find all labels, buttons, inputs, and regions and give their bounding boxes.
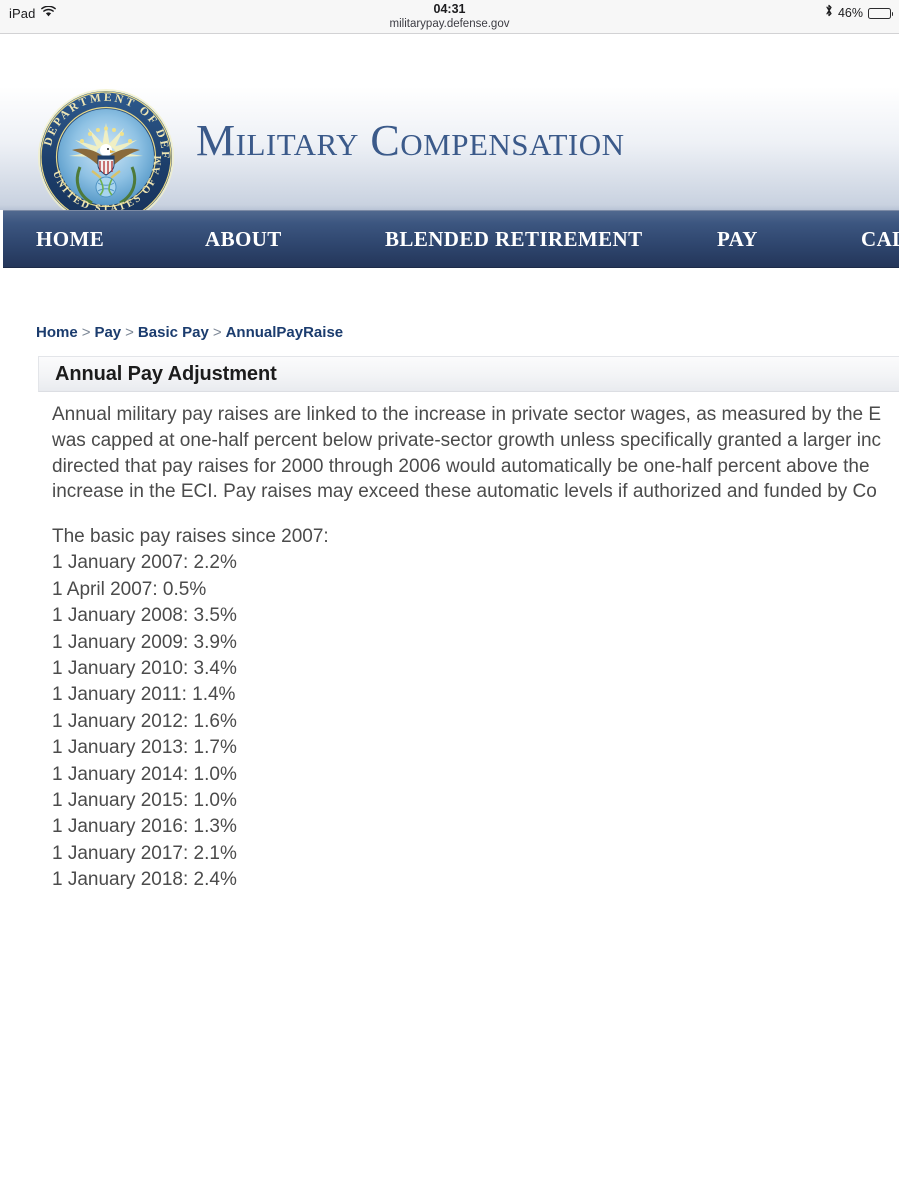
breadcrumb-separator: > xyxy=(212,324,222,341)
paragraph-line: was capped at one-half percent below pri… xyxy=(52,429,882,451)
paragraph-line: directed that pay raises for 2000 throug… xyxy=(52,455,870,477)
section-header-bar: Annual Pay Adjustment xyxy=(38,356,899,392)
pay-raise-item: 1 January 2014: 1.0% xyxy=(52,763,237,785)
nav-item-pay[interactable]: PAY xyxy=(717,211,758,267)
pay-raise-item: 1 January 2013: 1.7% xyxy=(52,737,237,759)
breadcrumb-separator: > xyxy=(81,324,91,341)
pay-raise-item: 1 January 2008: 3.5% xyxy=(52,605,237,627)
pay-raise-item: 1 January 2011: 1.4% xyxy=(52,684,236,706)
status-bar-right: 46% xyxy=(825,4,894,22)
battery-icon xyxy=(868,7,894,19)
nav-item-home[interactable]: HOME xyxy=(36,211,104,267)
main-navigation: HOME ABOUT BLENDED RETIREMENT PAY CAL xyxy=(3,210,899,268)
page-title: Annual Pay Adjustment xyxy=(55,362,277,385)
status-bar-center: 04:31 militarypay.defense.gov xyxy=(0,2,899,32)
pay-raise-item: 1 January 2012: 1.6% xyxy=(52,710,237,732)
pay-raise-item: 1 January 2015: 1.0% xyxy=(52,790,237,812)
pay-raise-item: 1 January 2007: 2.2% xyxy=(52,552,237,574)
paragraph-line: increase in the ECI. Pay raises may exce… xyxy=(52,481,877,503)
pay-raise-section: The basic pay raises since 2007: 1 Janua… xyxy=(52,524,329,894)
page-url-label: militarypay.defense.gov xyxy=(389,18,510,30)
ios-status-bar: iPad 04:31 militarypay.defense.gov 46% xyxy=(0,0,899,34)
pay-raise-item: 1 April 2007: 0.5% xyxy=(52,578,207,600)
pay-raise-item: 1 January 2009: 3.9% xyxy=(52,631,237,653)
intro-paragraph: Annual military pay raises are linked to… xyxy=(52,402,899,505)
breadcrumb-separator: > xyxy=(125,324,134,341)
site-banner: DEPARTMENT OF DEFENSE UNITED STATES OF A… xyxy=(0,34,899,210)
breadcrumb-item-pay[interactable]: Pay xyxy=(94,324,121,341)
battery-percent-label: 46% xyxy=(837,6,863,20)
pay-raise-list: 1 January 2007: 2.2% 1 April 2007: 0.5% 1 … xyxy=(52,550,329,893)
breadcrumb-item-home[interactable]: Home xyxy=(36,324,78,341)
clock-label: 04:31 xyxy=(433,2,466,16)
bluetooth-icon xyxy=(825,4,833,22)
pay-raise-item: 1 January 2010: 3.4% xyxy=(52,658,237,680)
breadcrumb: Home > Pay > Basic Pay > AnnualPayRaise xyxy=(36,324,343,341)
web-page-content: DEPARTMENT OF DEFENSE UNITED STATES OF A… xyxy=(0,34,899,1200)
pay-raise-item: 1 January 2016: 1.3% xyxy=(52,816,237,838)
breadcrumb-item-basic-pay[interactable]: Basic Pay xyxy=(138,324,209,341)
dod-seal-icon: DEPARTMENT OF DEFENSE UNITED STATES OF A… xyxy=(36,87,174,210)
nav-item-about[interactable]: ABOUT xyxy=(205,211,282,267)
nav-item-cal[interactable]: CAL xyxy=(861,211,899,267)
breadcrumb-item-annualpayraise[interactable]: AnnualPayRaise xyxy=(226,324,344,341)
pay-raise-item: 1 January 2018: 2.4% xyxy=(52,869,237,891)
site-title: Military Compensation xyxy=(196,116,625,165)
paragraph-line: Annual military pay raises are linked to… xyxy=(52,404,882,425)
pay-raise-list-intro: The basic pay raises since 2007: xyxy=(52,526,329,547)
pay-raise-item: 1 January 2017: 2.1% xyxy=(52,842,237,864)
nav-item-blended-retirement[interactable]: BLENDED RETIREMENT xyxy=(385,211,643,267)
